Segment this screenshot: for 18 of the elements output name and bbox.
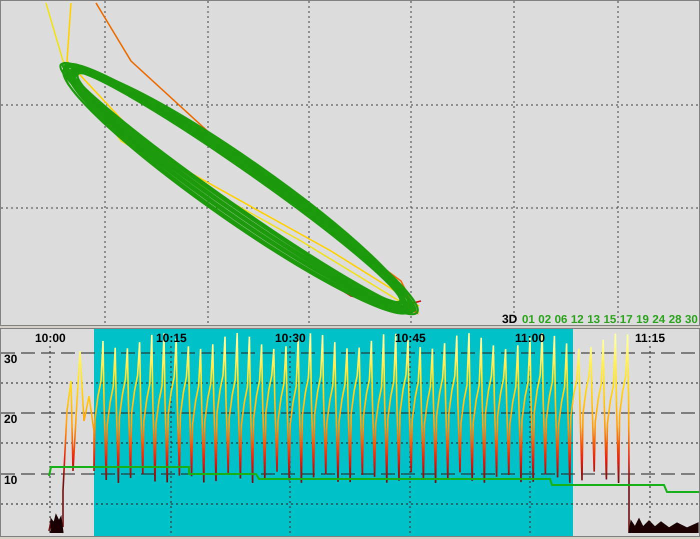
legend-item: 30: [685, 314, 698, 325]
legend-item: 13: [587, 314, 600, 325]
legend-item: 17: [620, 314, 633, 325]
legend-item: 12: [570, 314, 584, 325]
legend-item: 24: [652, 314, 666, 325]
value-label: 10: [4, 473, 18, 487]
legend-item: 28: [668, 314, 682, 325]
legend-item: 01: [522, 314, 535, 325]
legend-label: 3D: [502, 312, 518, 325]
time-label: 10:30: [275, 331, 306, 345]
time-label: 10:00: [35, 331, 66, 345]
value-label: 20: [4, 412, 18, 426]
time-label: 11:15: [635, 331, 666, 345]
legend-item: 19: [636, 314, 649, 325]
value-label: 30: [4, 352, 18, 366]
legend-item: 15: [604, 314, 616, 325]
legend-item: 02: [538, 314, 552, 325]
legend-item: 06: [554, 314, 568, 325]
